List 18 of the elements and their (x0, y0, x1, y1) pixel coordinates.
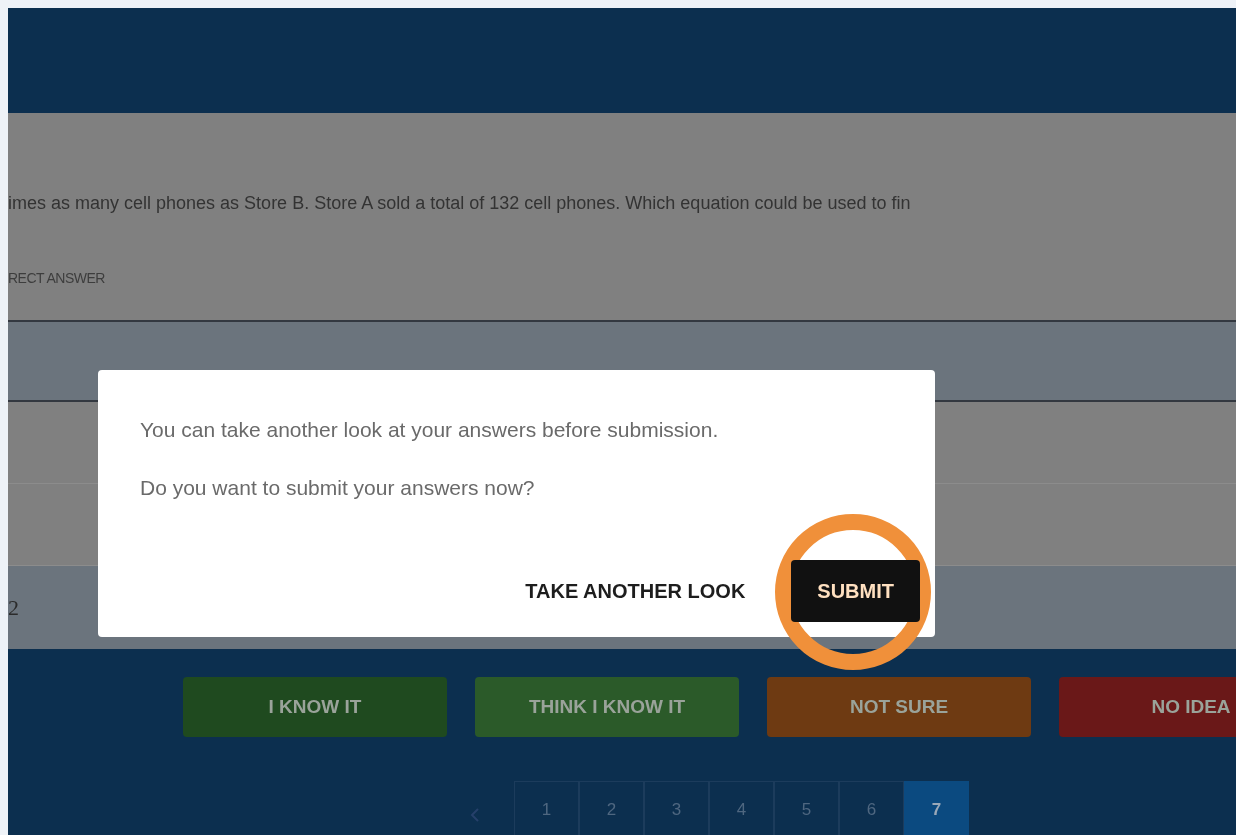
confidence-button[interactable]: NOT SURE (767, 677, 1031, 737)
confidence-button[interactable]: NO IDEA (1059, 677, 1236, 737)
column-header: RECT ANSWER (8, 270, 105, 286)
submit-button[interactable]: SUBMIT (791, 560, 920, 622)
page-button[interactable]: 1 (514, 781, 579, 835)
dialog-message: You can take another look at your answers before submission. (140, 418, 720, 442)
answer-text: 2 (8, 594, 19, 621)
page-button[interactable]: 3 (644, 781, 709, 835)
page-button[interactable]: 4 (709, 781, 774, 835)
page-button[interactable]: 7 (904, 781, 969, 835)
dialog-message: Do you want to submit your answers now? (140, 476, 536, 500)
page-button[interactable]: 2 (579, 781, 644, 835)
confidence-button[interactable]: I KNOW IT (183, 677, 447, 737)
page-button[interactable]: 6 (839, 781, 904, 835)
take-another-look-button[interactable]: TAKE ANOTHER LOOK (519, 578, 752, 604)
question-text: imes as many cell phones as Store B. Store A sold a total of 132 cell phones. Which equation could be used to fin (8, 193, 912, 214)
page-button[interactable]: 5 (774, 781, 839, 835)
confidence-button[interactable]: THINK I KNOW IT (475, 677, 739, 737)
